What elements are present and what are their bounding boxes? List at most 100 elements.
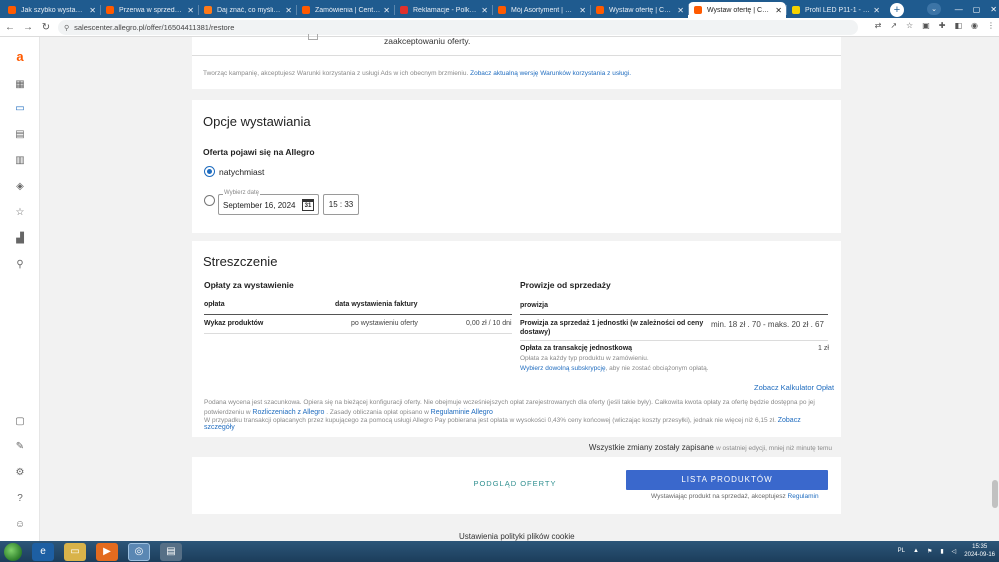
tab-close-icon[interactable]: ✕ bbox=[481, 6, 488, 15]
clock[interactable]: 15:35 2024-09-16 bbox=[964, 543, 995, 559]
settlements-link[interactable]: Rozliczeniach z Allegro bbox=[252, 409, 324, 416]
dashboard-icon[interactable]: ▦ bbox=[13, 77, 27, 91]
browser-tab[interactable]: Reklamacje - Polkuriei ✕ bbox=[394, 2, 492, 18]
calendar-icon[interactable]: 31 bbox=[302, 199, 314, 211]
browser-tab[interactable]: Zamówienia | Centrum ✕ bbox=[296, 2, 394, 18]
tab-close-icon[interactable]: ✕ bbox=[579, 6, 586, 15]
tab-close-icon[interactable]: ✕ bbox=[285, 6, 292, 15]
tray-arrow-icon[interactable]: ▲ bbox=[913, 548, 919, 554]
terms-prefix: Wystawiając produkt na sprzedaż, akceptu… bbox=[651, 493, 786, 500]
regulations-link[interactable]: Regulaminie Allegro bbox=[431, 409, 493, 416]
browser-toolbar: ← → ↻ ⚲ salescenter.allegro.pl/offer/165… bbox=[0, 18, 999, 37]
share-icon[interactable]: ↗ bbox=[890, 21, 897, 30]
browser-tab[interactable]: Wystaw ofertę | Centr ✕ bbox=[590, 2, 688, 18]
saved-status-main: Wszystkie zmiany zostały zapisane bbox=[588, 443, 714, 452]
disclaimer-1: Podana wycena jest szacunkowa. Opiera si… bbox=[204, 398, 832, 418]
ie-icon[interactable]: e bbox=[32, 542, 54, 561]
new-tab-button[interactable]: + bbox=[890, 3, 904, 17]
app-icon[interactable]: ▤ bbox=[160, 542, 182, 561]
menu-icon[interactable]: ⋮ bbox=[987, 21, 995, 30]
promotions-tag-icon[interactable]: ◈ bbox=[13, 179, 27, 193]
account-icon[interactable]: ☺ bbox=[13, 517, 27, 531]
tab-title: Wystaw ofertę | Centr bbox=[707, 6, 773, 14]
sidepanel-icon[interactable]: ◧ bbox=[954, 21, 962, 30]
left-nav-rail: a ▦ ▭ ▤ ▥ ◈ ☆ ▟ ⚲ ▢ ✎ ⚙ ? ☺ bbox=[0, 37, 40, 541]
allegro-icon bbox=[498, 6, 506, 14]
allegro-icon bbox=[694, 6, 702, 14]
network-icon[interactable]: ▮ bbox=[940, 548, 943, 555]
tab-close-icon[interactable]: ✕ bbox=[677, 6, 684, 15]
ratings-star-icon[interactable]: ☆ bbox=[13, 205, 27, 219]
reload-icon[interactable]: ↻ bbox=[38, 22, 54, 33]
puzzle-icon[interactable]: ✚ bbox=[939, 21, 946, 30]
tab-close-icon[interactable]: ✕ bbox=[383, 6, 390, 15]
language-indicator[interactable]: PL bbox=[898, 548, 905, 554]
date-legend: Wybierz datę bbox=[223, 190, 260, 196]
messages-icon[interactable]: ▢ bbox=[13, 414, 27, 428]
cookie-settings-link[interactable]: Ustawienia polityki plików cookie bbox=[459, 532, 575, 541]
saved-status-tail: w ostatniej edycji, mniej niż minutę tem… bbox=[716, 445, 832, 452]
feedback-icon bbox=[204, 6, 212, 14]
commission-col: prowizja bbox=[520, 302, 549, 309]
close-window-icon[interactable]: ✕ bbox=[990, 5, 997, 14]
radio-scheduled[interactable] bbox=[204, 195, 215, 206]
checkbox-fragment[interactable] bbox=[308, 34, 318, 40]
fee-calculator-link[interactable]: Zobacz Kalkulator Opłat bbox=[754, 383, 834, 392]
extension-icons: ⇄ ↗ ☆ ▣ ✚ ◧ ◉ ⋮ bbox=[875, 21, 995, 30]
back-icon[interactable]: ← bbox=[2, 22, 18, 33]
radio-immediate[interactable] bbox=[204, 166, 215, 177]
maximize-icon[interactable]: ▢ bbox=[973, 5, 981, 14]
tab-close-icon[interactable]: ✕ bbox=[775, 6, 782, 15]
list-product-button[interactable]: LISTA PRODUKTÓW bbox=[626, 470, 828, 490]
help-icon[interactable]: ? bbox=[13, 491, 27, 505]
extension-icon[interactable]: ▣ bbox=[922, 21, 930, 30]
search-icon[interactable]: ⚲ bbox=[13, 257, 27, 271]
commission-row2-value: 1 zł bbox=[818, 345, 829, 352]
flag-icon[interactable]: ⚑ bbox=[927, 548, 932, 555]
tab-search-icon[interactable]: ⌄ bbox=[927, 3, 941, 15]
settings-gear-icon[interactable]: ⚙ bbox=[13, 465, 27, 479]
translate-icon[interactable]: ⇄ bbox=[875, 21, 882, 30]
tab-close-icon[interactable]: ✕ bbox=[89, 6, 96, 15]
explorer-folder-icon[interactable]: ▭ bbox=[64, 542, 86, 561]
time-picker[interactable]: 15 : 33 bbox=[323, 194, 359, 215]
disclaimer-2-text: W przypadku transakcji opłacanych przez … bbox=[204, 417, 776, 424]
offers-icon[interactable]: ▭ bbox=[13, 101, 27, 115]
browser-tab-bar: Jak szybko wystawić k ✕ Przerwa w sprzedaż… bbox=[0, 0, 999, 18]
tab-close-icon[interactable]: ✕ bbox=[187, 6, 194, 15]
terms-link[interactable]: Regulamin bbox=[788, 493, 819, 500]
subscription-link[interactable]: Wybierz dowolną subskrypcję bbox=[520, 365, 606, 372]
browser-tab[interactable]: Wystaw ofertę | Centr ✕ bbox=[688, 2, 786, 18]
preview-offer-button[interactable]: PODGLĄD OFERTY bbox=[430, 479, 600, 488]
tab-close-icon[interactable]: ✕ bbox=[873, 6, 880, 15]
profile-icon[interactable]: ◉ bbox=[971, 21, 978, 30]
browser-tab[interactable]: Jak szybko wystawić k ✕ bbox=[2, 2, 100, 18]
date-picker[interactable]: Wybierz datę September 16, 2024 31 bbox=[218, 190, 319, 215]
commission-row2-note: Opłata za każdy typ produktu w zamówieni… bbox=[520, 355, 649, 362]
ads-terms-link[interactable]: Zobacz aktualną wersję Warunków korzysta… bbox=[470, 70, 631, 77]
orders-icon[interactable]: ▤ bbox=[13, 127, 27, 141]
statistics-icon[interactable]: ▟ bbox=[13, 231, 27, 245]
start-button-icon[interactable] bbox=[4, 542, 22, 561]
media-player-icon[interactable]: ▶ bbox=[96, 542, 118, 561]
clock-date: 2024-09-16 bbox=[964, 552, 995, 558]
forward-icon[interactable]: → bbox=[20, 22, 36, 33]
offer-appears-label: Oferta pojawi się na Allegro bbox=[203, 147, 315, 157]
browser-tab[interactable]: Profil LED P11-1 - Tect ✕ bbox=[786, 2, 884, 18]
page-scrollbar-thumb[interactable] bbox=[992, 480, 998, 508]
allegro-logo-icon[interactable]: a bbox=[13, 49, 27, 64]
browser-tab[interactable]: Przerwa w sprzedaży | ✕ bbox=[100, 2, 198, 18]
browser-tab[interactable]: Daj znać, co myślisz o I✕ bbox=[198, 2, 296, 18]
browser-tab[interactable]: Mój Asortyment | Cent ✕ bbox=[492, 2, 590, 18]
minimize-icon[interactable]: — bbox=[955, 5, 963, 14]
documents-icon[interactable]: ▥ bbox=[13, 153, 27, 167]
address-bar[interactable]: ⚲ salescenter.allegro.pl/offer/165044113… bbox=[58, 20, 858, 35]
commission-title: Prowizje od sprzedaży bbox=[520, 280, 611, 290]
bookmark-icon[interactable]: ☆ bbox=[906, 21, 913, 30]
site-info-icon[interactable]: ⚲ bbox=[64, 24, 69, 32]
fees-row-name: Wykaz produktów bbox=[204, 320, 264, 327]
fees-col-invoice: data wystawienia faktury bbox=[335, 301, 418, 308]
edit-icon[interactable]: ✎ bbox=[13, 439, 27, 453]
volume-icon[interactable]: ◁ bbox=[952, 548, 957, 555]
chrome-icon[interactable]: ◎ bbox=[128, 542, 150, 561]
